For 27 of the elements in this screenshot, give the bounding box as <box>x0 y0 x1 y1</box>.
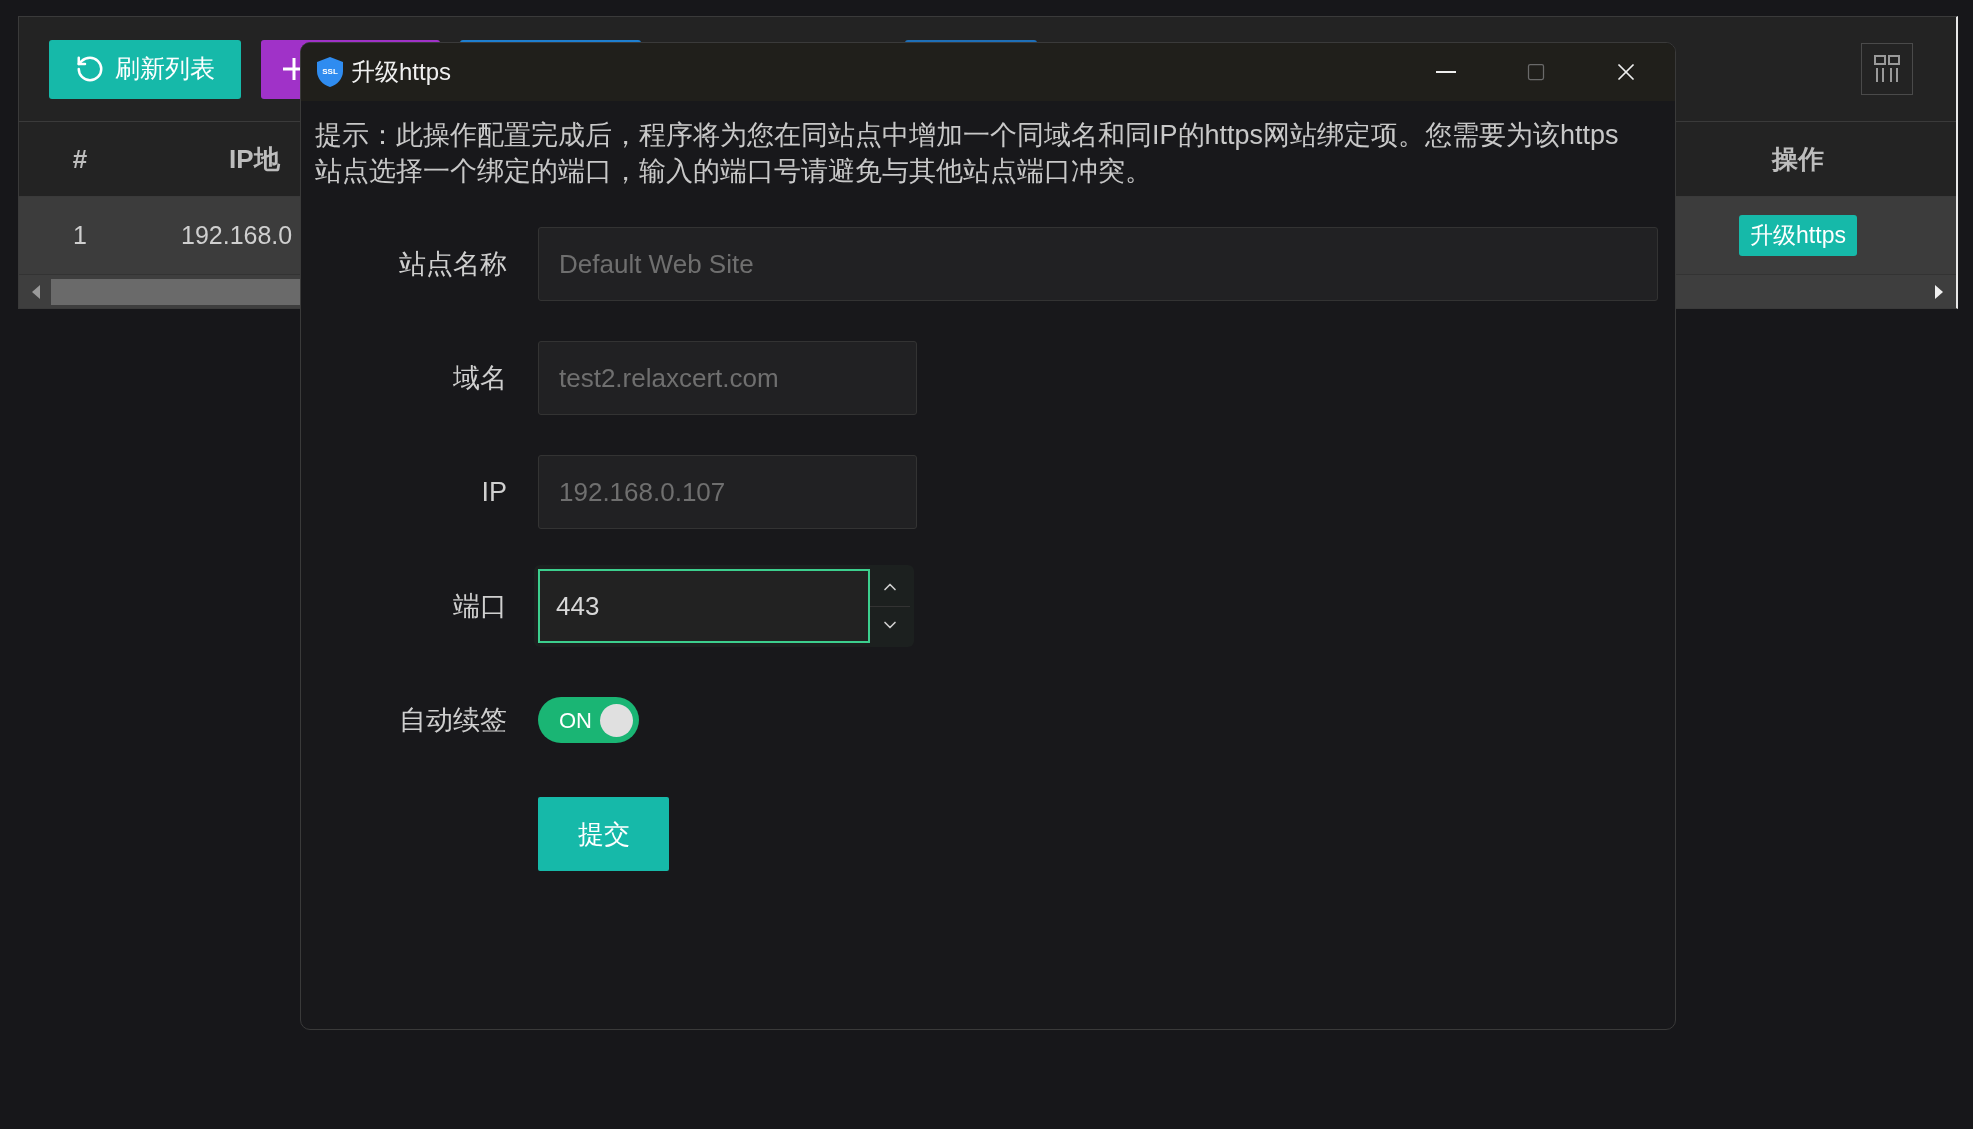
field-label: 站点名称 <box>398 247 508 281</box>
column-header: 操作 <box>1770 142 1825 176</box>
ssl-shield-icon: SSL <box>315 56 345 88</box>
toggle-switch[interactable]: ON <box>538 697 639 743</box>
columns-icon <box>1874 55 1900 83</box>
toggle-knob <box>600 703 633 737</box>
column-header: # <box>71 142 89 176</box>
table-cell-text: 192.168.0 <box>181 219 293 251</box>
refresh-icon <box>75 54 105 84</box>
scroll-left-icon[interactable] <box>31 284 41 299</box>
field-value: 443 <box>556 589 600 623</box>
field-label: IP <box>480 475 508 509</box>
upgrade-button[interactable]: 升级https <box>1739 215 1857 256</box>
refresh-button[interactable]: 刷新列表 <box>49 39 241 99</box>
number-input[interactable]: 443 <box>534 565 914 647</box>
field-label: 自动续签 <box>398 703 508 737</box>
submit-button[interactable]: 提交 <box>538 797 669 871</box>
minimize-icon <box>1436 71 1456 73</box>
table-cell-text: 1 <box>72 219 88 251</box>
field-label: 端口 <box>452 589 508 623</box>
column-header: IP地 <box>229 142 280 176</box>
scroll-right-icon[interactable] <box>1934 284 1944 299</box>
maximize-icon <box>1526 62 1546 82</box>
hint-text: 提示：此操作配置完成后，程序将为您在同站点中增加一个同域名和同IP的https网站绑定项。您需要为该https站点选择一个绑定的端口，输入的端口号请避免与其他站点端口冲突。 <box>315 119 1620 188</box>
window-title: 升级https <box>351 57 452 87</box>
column-settings-button[interactable] <box>1861 43 1913 95</box>
field-label: 域名 <box>452 361 508 395</box>
